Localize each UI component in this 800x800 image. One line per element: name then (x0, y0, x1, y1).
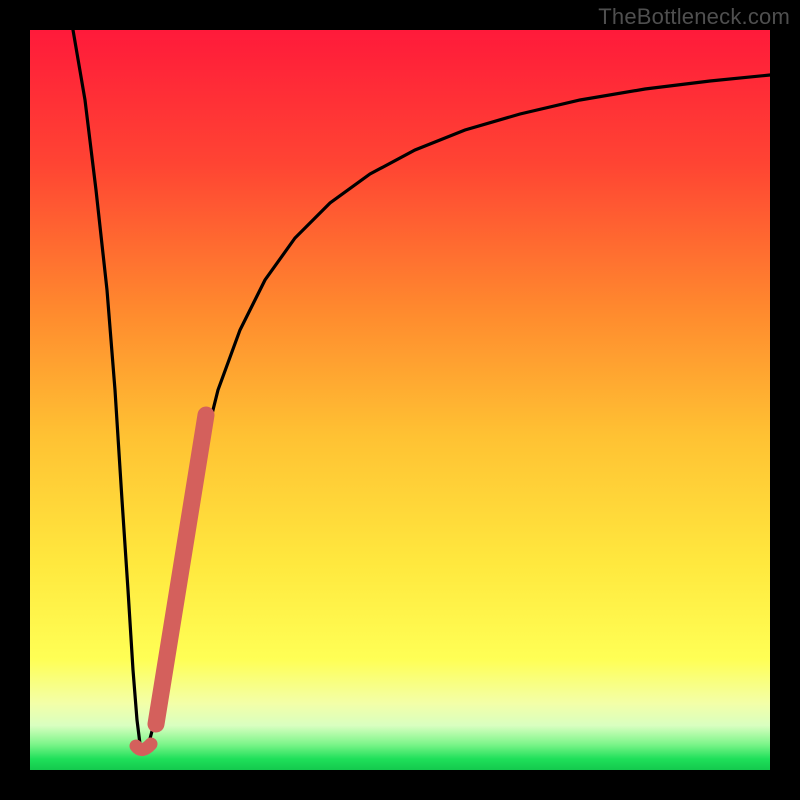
plot-area (30, 30, 770, 770)
gradient-background (30, 30, 770, 770)
chart-svg (30, 30, 770, 770)
watermark-text: TheBottleneck.com (598, 4, 790, 30)
chart-frame: TheBottleneck.com (0, 0, 800, 800)
highlight-dot (136, 744, 151, 750)
